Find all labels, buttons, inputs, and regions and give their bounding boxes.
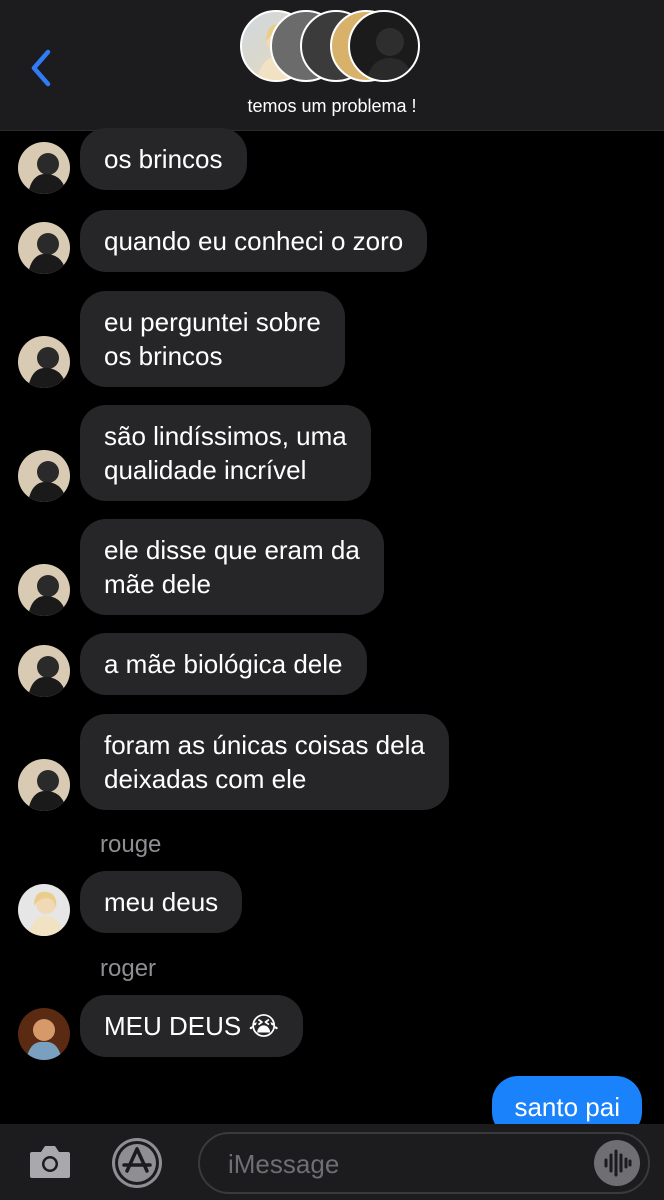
avatar[interactable] bbox=[18, 884, 70, 936]
message-text: os brincos bbox=[104, 144, 223, 174]
message-bubble[interactable]: a mãe biológica dele bbox=[80, 633, 367, 695]
conversation-header: temos um problema ! bbox=[0, 0, 664, 131]
audio-message-button[interactable] bbox=[594, 1140, 640, 1186]
sender-name: roger bbox=[100, 955, 157, 982]
avatar[interactable] bbox=[18, 450, 70, 502]
back-button[interactable] bbox=[26, 46, 60, 90]
compose-bar: iMessage bbox=[0, 1124, 664, 1200]
message-text: deixadas com ele bbox=[104, 764, 307, 794]
input-placeholder: iMessage bbox=[228, 1149, 340, 1179]
sender-name: rouge bbox=[100, 831, 162, 858]
message-text: foram as únicas coisas dela bbox=[104, 730, 425, 760]
message-text: os brincos bbox=[104, 341, 223, 371]
avatar[interactable] bbox=[18, 645, 70, 697]
message-text: MEU DEUS 😭 bbox=[104, 1011, 279, 1041]
message-bubble[interactable]: quando eu conheci o zoro bbox=[80, 210, 428, 272]
avatar[interactable] bbox=[18, 564, 70, 616]
avatar bbox=[348, 10, 420, 82]
message-text: ele disse que eram da bbox=[104, 535, 360, 565]
camera-icon bbox=[30, 1146, 70, 1178]
message-bubble[interactable]: eu perguntei sobre os brincos bbox=[80, 291, 345, 387]
avatar[interactable] bbox=[18, 1008, 70, 1060]
avatar[interactable] bbox=[18, 222, 70, 274]
group-title[interactable]: temos um problema ! bbox=[0, 96, 664, 117]
message-text: são lindíssimos, uma bbox=[104, 421, 347, 451]
avatar[interactable] bbox=[18, 759, 70, 811]
message-bubble[interactable]: são lindíssimos, uma qualidade incrível bbox=[80, 405, 371, 501]
message-bubble[interactable]: foram as únicas coisas dela deixadas com… bbox=[80, 714, 449, 810]
chevron-left-icon bbox=[31, 49, 51, 87]
app-store-button[interactable] bbox=[112, 1138, 162, 1188]
audio-waveform-icon bbox=[604, 1149, 632, 1177]
message-bubble[interactable]: MEU DEUS 😭 bbox=[80, 995, 303, 1057]
message-text: a mãe biológica dele bbox=[104, 649, 343, 679]
message-bubble[interactable]: os brincos bbox=[80, 128, 247, 190]
message-text: eu perguntei sobre bbox=[104, 307, 321, 337]
avatar[interactable] bbox=[18, 142, 70, 194]
app-store-icon bbox=[115, 1141, 159, 1185]
camera-button[interactable] bbox=[28, 1142, 72, 1180]
message-text: meu deus bbox=[104, 887, 219, 917]
message-text: qualidade incrível bbox=[104, 455, 307, 485]
message-text: mãe dele bbox=[104, 569, 211, 599]
message-text: quando eu conheci o zoro bbox=[104, 226, 404, 256]
group-avatars[interactable] bbox=[240, 10, 430, 86]
avatar[interactable] bbox=[18, 336, 70, 388]
message-bubble[interactable]: ele disse que eram da mãe dele bbox=[80, 519, 384, 615]
message-input[interactable]: iMessage bbox=[198, 1132, 650, 1194]
message-bubble[interactable]: meu deus bbox=[80, 871, 243, 933]
